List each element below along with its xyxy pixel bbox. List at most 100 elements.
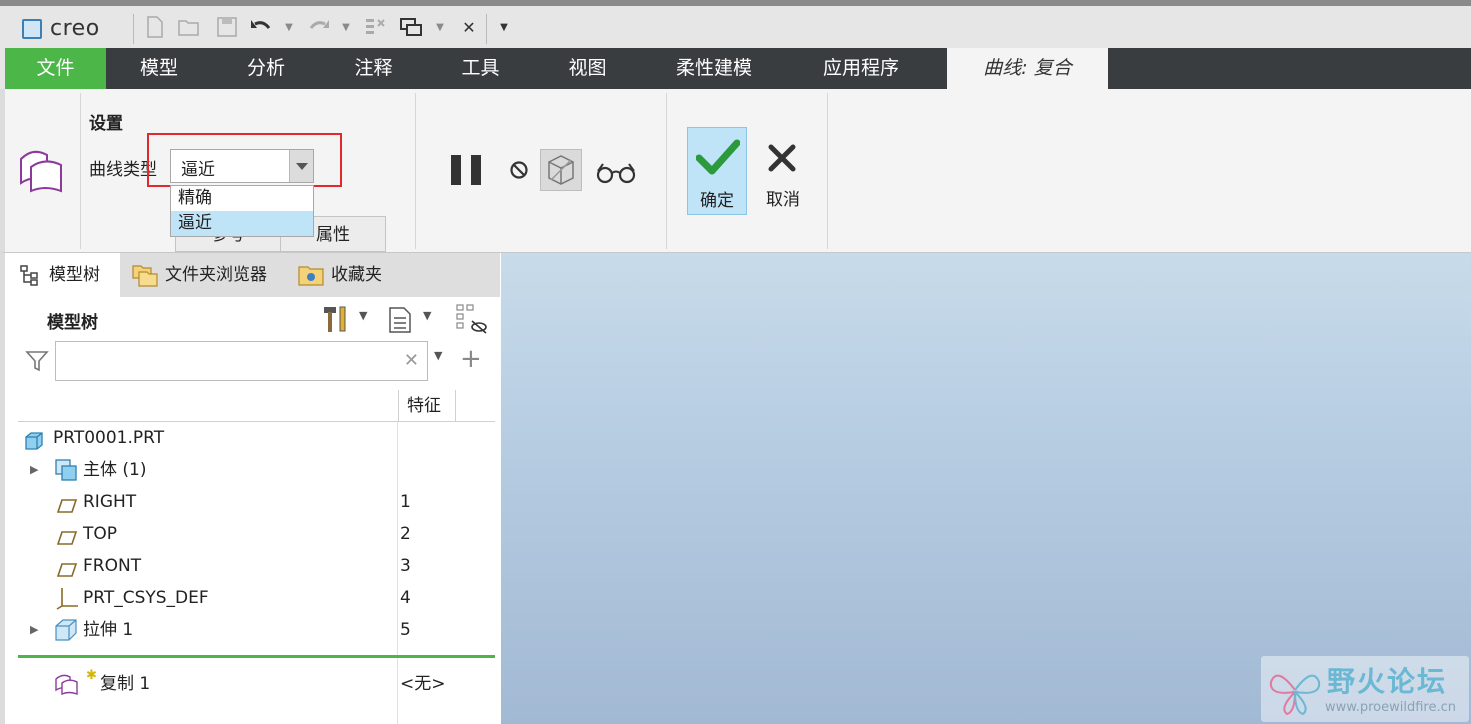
tab-applications[interactable]: 应用程序 [787,48,935,89]
curve-type-value: 逼近 [181,160,215,180]
quick-access-toolbar: creo ▼ ▼ ▼ ✕ ▼ [0,0,1471,48]
curve-type-select[interactable]: 逼近 [170,149,314,183]
no-preview-icon[interactable] [509,160,529,185]
verify-glasses-icon[interactable] [595,161,637,190]
tab-analysis[interactable]: 分析 [212,48,320,89]
tree-search-input[interactable]: ✕ [55,341,428,381]
body-icon [54,458,78,482]
composite-curve-small-icon [54,673,80,696]
tree-search-field[interactable] [62,342,392,378]
feature-number: 3 [400,556,411,576]
tree-column-header: 特征 [18,390,495,422]
graphics-viewport[interactable]: 野火论坛 www.proewildfire.cn [501,253,1471,724]
tab-folder-browser[interactable]: 文件夹浏览器 [131,253,286,297]
tree-row-label: FRONT [83,556,142,576]
datum-plane-icon [56,493,78,513]
clear-search-icon[interactable]: ✕ [404,350,419,371]
tree-row-body[interactable]: ▶ 主体 (1) [18,454,498,486]
tab-model-tree[interactable]: 模型树 [5,253,120,297]
ribbon-tabs: 文件 模型 分析 注释 工具 视图 柔性建模 应用程序 曲线: 复合 [0,48,1471,89]
ribbon-divider [415,93,416,249]
datum-plane-icon [56,525,78,545]
tree-icon [20,265,38,286]
column-feature-header[interactable]: 特征 [398,390,456,422]
tab-annotate[interactable]: 注释 [320,48,427,89]
open-folder-icon[interactable] [176,16,202,40]
ribbon-divider [666,93,667,249]
redo-dropdown-icon[interactable]: ▼ [340,16,352,40]
windows-icon[interactable] [398,16,424,40]
tree-row-top[interactable]: TOP 2 [18,518,498,550]
tab-folder-browser-label: 文件夹浏览器 [165,265,267,285]
ok-button[interactable]: 确定 [687,127,747,215]
windows-dropdown-icon[interactable]: ▼ [434,16,446,40]
creo-cube-icon [22,18,42,39]
curve-type-dropdown-list: 精确 逼近 [170,185,314,237]
show-dropdown-icon[interactable]: ▼ [423,309,431,322]
feature-number: 1 [400,492,411,512]
curve-type-label: 曲线类型 [89,160,157,180]
favorites-icon [298,266,324,286]
feature-number: 5 [400,620,411,640]
tab-model[interactable]: 模型 [106,48,212,89]
tree-row-copy[interactable]: ✱ 复制 1 <无> [18,668,498,700]
regenerate-icon[interactable] [362,16,388,40]
tree-row-csys[interactable]: PRT_CSYS_DEF 4 [18,582,498,614]
pause-icon[interactable] [449,153,485,192]
tab-view[interactable]: 视图 [534,48,641,89]
settings-tools-icon[interactable] [321,304,351,339]
ribbon-panel: 设置 曲线类型 逼近 精确 逼近 参考 属性 确定 取消 [0,89,1471,253]
filter-icon[interactable] [25,349,49,378]
tab-curve-composite[interactable]: 曲线: 复合 [947,48,1108,89]
tree-row-label: PRT_CSYS_DEF [83,588,209,608]
show-list-icon[interactable] [387,306,413,339]
tree-row-front[interactable]: FRONT 3 [18,550,498,582]
search-dropdown-icon[interactable]: ▼ [434,349,442,362]
tree-row-extrude[interactable]: ▶ 拉伸 1 5 [18,614,498,646]
option-approximate[interactable]: 逼近 [171,211,313,236]
extrude-icon [54,618,78,642]
insert-here-line[interactable] [18,655,495,658]
add-filter-icon[interactable]: + [460,346,482,372]
option-exact[interactable]: 精确 [171,186,313,211]
tab-flexible-modeling[interactable]: 柔性建模 [641,48,787,89]
close-icon [768,144,796,172]
checkmark-icon [696,139,740,175]
settings-group-title: 设置 [89,114,123,134]
tree-row-part[interactable]: PRT0001.PRT [18,422,498,454]
forum-watermark: 野火论坛 www.proewildfire.cn [1261,656,1469,722]
tab-file[interactable]: 文件 [5,48,106,89]
customize-toolbar-icon[interactable]: ▼ [498,16,510,40]
close-window-icon[interactable]: ✕ [456,16,482,40]
composite-curve-icon [17,145,69,202]
tab-tools[interactable]: 工具 [427,48,534,89]
expand-arrow-icon[interactable]: ▶ [30,614,38,646]
hide-columns-icon[interactable] [455,303,489,340]
part-icon [24,429,44,450]
expand-arrow-icon[interactable]: ▶ [30,454,38,486]
toolbar-divider [133,14,134,44]
watermark-title: 野火论坛 [1327,665,1448,698]
toolbar-divider [486,14,487,44]
chevron-down-icon[interactable] [289,150,313,182]
feature-number: <无> [400,674,446,694]
tree-row-label: TOP [83,524,118,544]
undo-dropdown-icon[interactable]: ▼ [283,16,295,40]
settings-dropdown-icon[interactable]: ▼ [359,309,367,322]
tab-favorites[interactable]: 收藏夹 [297,253,407,297]
cancel-button[interactable]: 取消 [753,127,813,215]
tab-favorites-label: 收藏夹 [331,265,382,285]
save-icon[interactable] [214,16,240,40]
tree-row-right[interactable]: RIGHT 1 [18,486,498,518]
coordinate-system-icon [56,586,78,610]
tree-row-label: PRT0001.PRT [53,428,165,448]
new-feature-star-icon: ✱ [86,668,97,683]
cancel-label: 取消 [766,190,800,210]
geometry-preview-icon[interactable] [540,149,582,191]
redo-icon[interactable] [306,16,332,40]
undo-icon[interactable] [248,16,274,40]
ribbon-divider [827,93,828,249]
tab-model-tree-label: 模型树 [49,265,100,285]
new-file-icon[interactable] [142,16,168,40]
feature-number: 2 [400,524,411,544]
